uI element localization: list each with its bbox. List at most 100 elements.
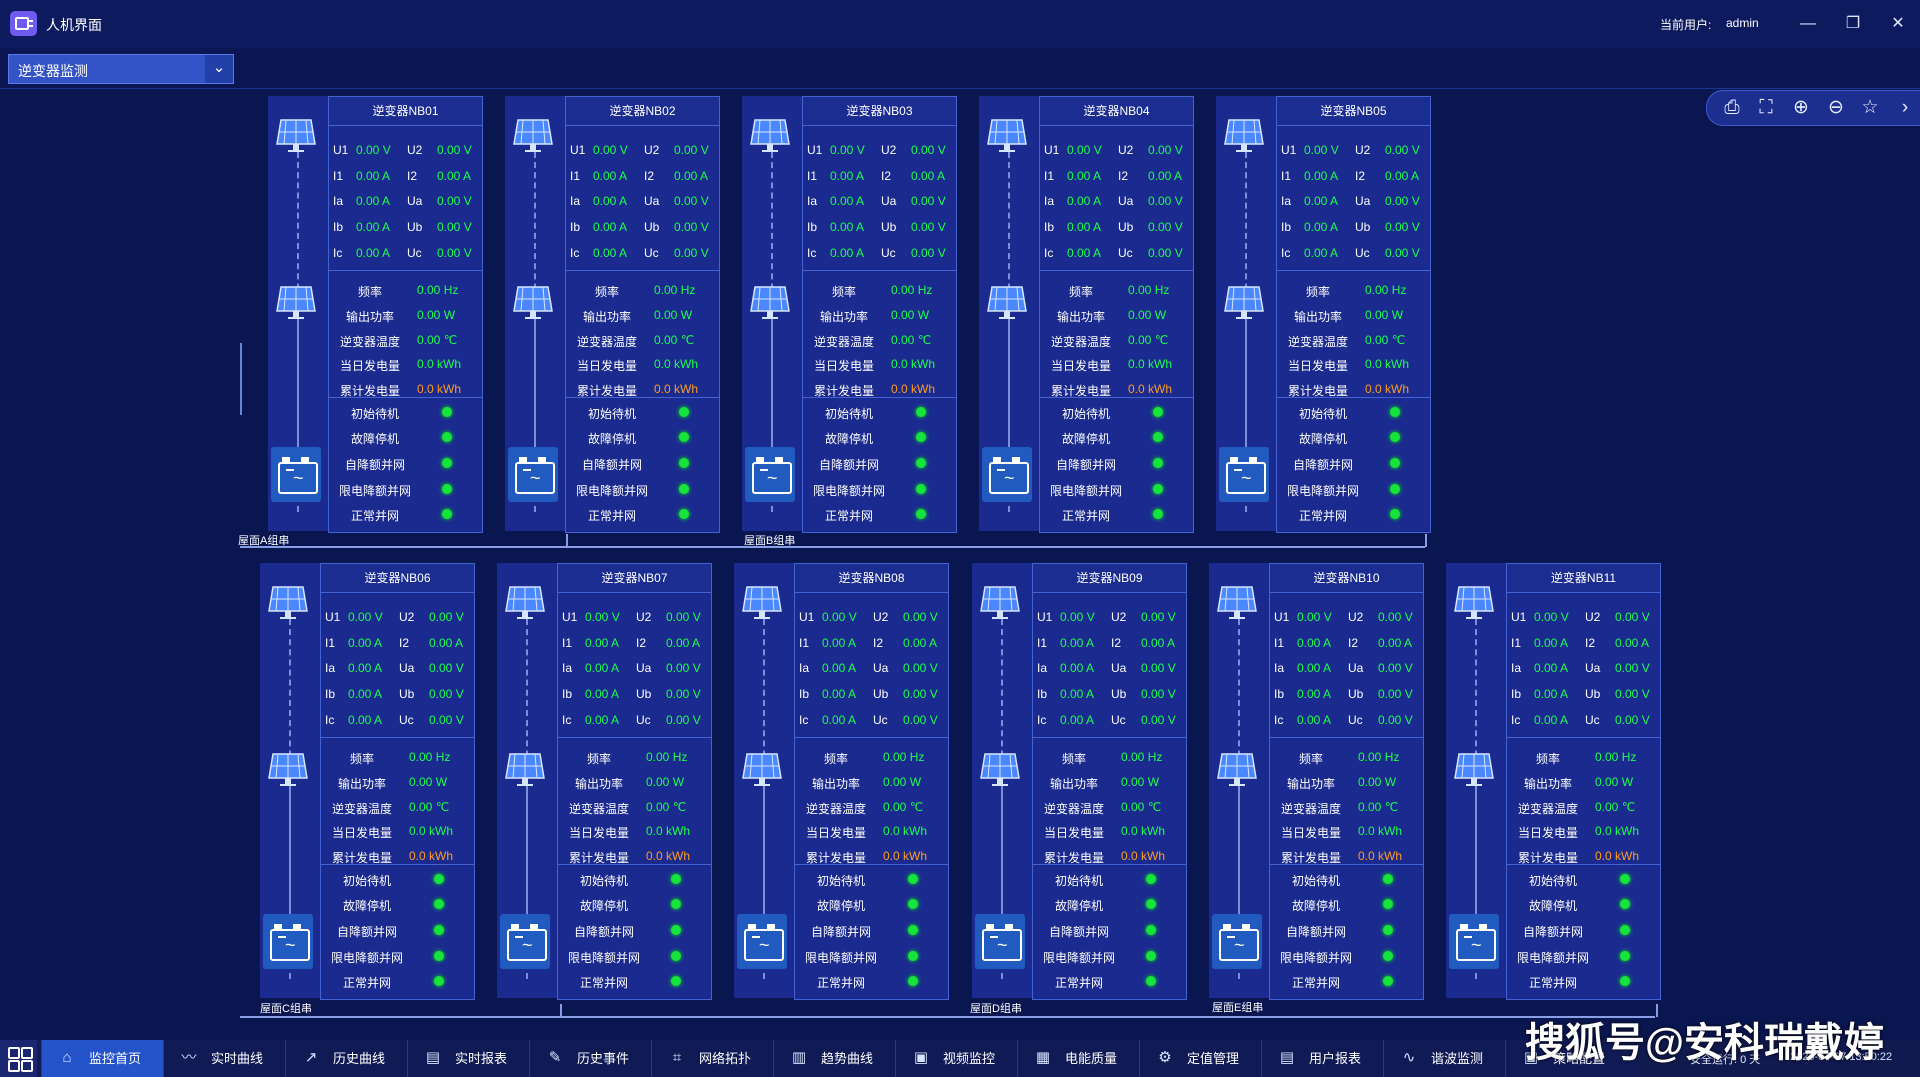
inverter-title: 逆变器NB03 — [846, 104, 913, 118]
zoom-in-icon[interactable]: ⊕ — [1784, 91, 1818, 125]
inverter-title-bar: 逆变器NB08 — [795, 564, 948, 593]
taskbar-tab[interactable]: ⌂ 监控首页 — [41, 1040, 164, 1077]
taskbar-tab[interactable]: ▥ 趋势曲线 — [773, 1040, 896, 1077]
phase-value: 0.00 V — [429, 687, 464, 701]
phase-label: Ic — [1281, 246, 1291, 260]
status-indicator-icon — [908, 951, 918, 961]
taskbar-tab[interactable]: ▤ 用户报表 — [1261, 1040, 1384, 1077]
phase-value: 0.00 V — [1148, 246, 1183, 260]
favorite-star-icon[interactable]: ☆ — [1853, 91, 1887, 125]
inverter-unit: 逆变器NB11 U1 0.00 V U2 0.00 V I1 0.00 A I2 0.00 A I… — [1446, 563, 1661, 1000]
minimize-icon[interactable]: — — [1790, 6, 1826, 42]
taskbar-tab[interactable]: ⚙ 定值管理 — [1139, 1040, 1262, 1077]
status-label: 故障停机 — [350, 432, 399, 446]
phase-value: 0.00 A — [593, 169, 628, 183]
status-label: 故障停机 — [1054, 899, 1103, 913]
phase-label: Ua — [1348, 661, 1364, 675]
phase-label: I1 — [562, 636, 573, 650]
row2-bus-drop — [560, 1004, 562, 1017]
status-indicator-icon — [1146, 925, 1156, 935]
inverter-title: 逆变器NB09 — [1076, 571, 1143, 585]
trend-icon: 〰 — [181, 1049, 197, 1066]
phase-value: 0.00 V — [593, 143, 628, 157]
status-label: 正常并网 — [816, 976, 865, 990]
phase-label: Ua — [399, 661, 415, 675]
detail-value: 0.00 Hz — [1595, 750, 1637, 764]
phase-value: 0.00 A — [830, 169, 865, 183]
phase-label: I1 — [1274, 636, 1285, 650]
detail-label: 逆变器温度 — [576, 335, 637, 349]
taskbar-tab[interactable]: ▤ 实时报表 — [407, 1040, 530, 1077]
status-label: 初始待机 — [1528, 874, 1577, 888]
phase-label: Ua — [407, 194, 423, 208]
group-label: 屋面D组串 — [970, 1003, 1022, 1015]
section-divider — [1040, 397, 1193, 398]
taskbar-tab-label: 监控首页 — [89, 1051, 142, 1066]
inverter-device-icon — [982, 447, 1032, 502]
network-icon: ⌗ — [672, 1049, 682, 1066]
phase-value: 0.00 V — [911, 246, 946, 260]
zoom-out-icon[interactable]: ⊖ — [1819, 91, 1853, 125]
phase-label: U2 — [1111, 610, 1127, 624]
phase-value: 0.00 V — [437, 143, 472, 157]
view-select[interactable]: 逆变器监测 ⌄ — [8, 54, 234, 84]
phase-value: 0.00 V — [1385, 194, 1420, 208]
maximize-icon[interactable]: ❐ — [1835, 6, 1871, 42]
fullscreen-icon[interactable]: ⛶ — [1749, 91, 1783, 125]
phase-value: 0.00 A — [348, 687, 383, 701]
detail-label: 输出功率 — [819, 310, 868, 324]
phase-value: 0.00 A — [1141, 636, 1176, 650]
section-divider — [803, 270, 956, 271]
status-label: 初始待机 — [1298, 407, 1347, 421]
inverter-device-icon — [737, 914, 787, 969]
taskbar-tab[interactable]: ▣ 视频监控 — [895, 1040, 1018, 1077]
phase-value: 0.00 V — [1378, 713, 1413, 727]
taskbar-tab-label: 用户报表 — [1309, 1051, 1362, 1066]
solar-panel-icon — [987, 286, 1027, 319]
status-indicator-icon — [1146, 899, 1156, 909]
close-icon[interactable]: ✕ — [1880, 6, 1916, 42]
detail-label: 当日发电量 — [331, 826, 392, 840]
chevron-down-icon[interactable]: ⌄ — [205, 55, 233, 83]
phase-label: Ib — [1274, 687, 1285, 701]
status-indicator-icon — [1383, 951, 1393, 961]
taskbar-tab-label: 谐波监测 — [1431, 1051, 1484, 1066]
inverter-title: 逆变器NB02 — [609, 104, 676, 118]
phase-value: 0.00 V — [911, 143, 946, 157]
status-indicator-icon — [671, 951, 681, 961]
detail-value: 0.0 kWh — [1365, 357, 1410, 371]
phase-label: Ic — [570, 246, 580, 260]
status-indicator-icon — [1390, 484, 1400, 494]
phase-label: Ib — [1281, 220, 1292, 234]
phase-label: Ua — [881, 194, 897, 208]
print-icon[interactable]: ⎙ — [1715, 91, 1749, 125]
phase-label: U2 — [636, 610, 652, 624]
status-indicator-icon — [1390, 432, 1400, 442]
current-user-name: admin — [1726, 16, 1759, 30]
phase-value: 0.00 A — [830, 220, 865, 234]
taskbar-tab[interactable]: ✎ 历史事件 — [529, 1040, 652, 1077]
detail-label: 当日发电量 — [1280, 826, 1341, 840]
phase-label: Uc — [1118, 246, 1133, 260]
taskbar-tab[interactable]: 〰实时曲线 — [163, 1040, 286, 1077]
phase-value: 0.00 A — [666, 636, 701, 650]
phase-value: 0.00 V — [666, 687, 701, 701]
collapse-arrow-icon[interactable]: › — [1888, 91, 1920, 125]
taskbar-tab[interactable]: ∿ 谐波监测 — [1383, 1040, 1506, 1077]
taskbar-tab[interactable]: ⌗ 网络拓扑 — [651, 1040, 774, 1077]
solar-panel-icon — [750, 119, 790, 152]
taskbar-tab[interactable]: ▦ 电能质量 — [1017, 1040, 1140, 1077]
phase-value: 0.00 A — [830, 246, 865, 260]
solar-panel-icon — [1217, 586, 1257, 619]
solar-panel-icon — [1224, 119, 1264, 152]
phase-value: 0.00 V — [1297, 610, 1332, 624]
detail-value: 0.0 kWh — [1365, 382, 1410, 396]
phase-value: 0.00 A — [1378, 636, 1413, 650]
status-indicator-icon — [908, 874, 918, 884]
taskbar-tab[interactable]: ↗ 历史曲线 — [285, 1040, 408, 1077]
detail-label: 当日发电量 — [1517, 826, 1578, 840]
phase-value: 0.00 A — [356, 246, 391, 260]
start-menu-icon[interactable] — [0, 1040, 37, 1077]
detail-label: 当日发电量 — [576, 359, 637, 373]
phase-label: Ub — [1585, 687, 1601, 701]
